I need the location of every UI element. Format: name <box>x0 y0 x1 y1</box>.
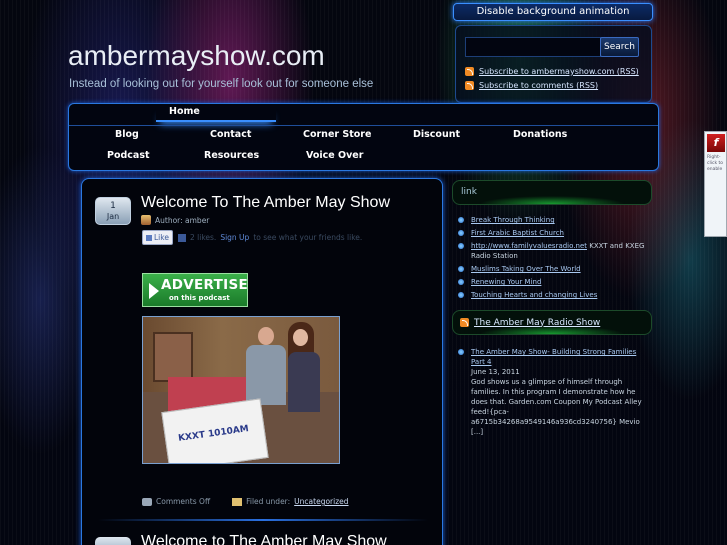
nav-item-voice-over[interactable]: Voice Over <box>306 150 363 161</box>
list-item: The Amber May Show- Building Strong Fami… <box>458 347 650 437</box>
sidebar-link[interactable]: Break Through Thinking <box>471 216 555 224</box>
search-widget: Search Subscribe to ambermayshow.com (RS… <box>455 25 652 103</box>
advertise-sublabel: on this podcast <box>169 294 230 302</box>
flash-icon: f <box>707 134 725 152</box>
nav-item-contact[interactable]: Contact <box>210 129 251 140</box>
category-link[interactable]: Uncategorized <box>294 497 348 506</box>
nav-item-blog[interactable]: Blog <box>115 129 139 140</box>
nav-item-resources[interactable]: Resources <box>204 150 259 161</box>
list-item: Touching Hearts and changing Lives <box>458 290 650 300</box>
post-footer: Comments Off Filed under: Uncategorized <box>142 497 349 506</box>
facebook-icon <box>178 233 186 242</box>
facebook-like-button[interactable]: Like <box>142 230 173 245</box>
post-author: Author: amber <box>141 215 209 225</box>
rss-icon <box>460 318 469 327</box>
advertise-label: ADVERTISE <box>161 277 248 293</box>
sidebar-link[interactable]: Muslims Taking Over The World <box>471 265 581 273</box>
comment-icon <box>142 497 152 506</box>
advertise-banner[interactable]: ADVERTISE on this podcast <box>142 273 248 307</box>
widget-title-link: link <box>452 180 652 205</box>
date-badge <box>95 537 131 545</box>
post-title[interactable]: Welcome to The Amber May Show <box>141 533 387 545</box>
rss-comments-label: Subscribe to comments (RSS) <box>479 81 599 90</box>
flash-text: Right-click to enable <box>707 155 724 172</box>
widget-title-radio-show[interactable]: The Amber May Radio Show <box>452 310 652 335</box>
sidebar-link[interactable]: Touching Hearts and changing Lives <box>471 291 597 299</box>
nav-item-corner-store[interactable]: Corner Store <box>303 129 371 140</box>
list-item: http://www.familyvaluesradio.net KXXT an… <box>458 241 650 261</box>
search-input[interactable] <box>465 37 601 57</box>
sidebar-link[interactable]: Renewing Your Mind <box>471 278 541 286</box>
nav-item-discount[interactable]: Discount <box>413 129 460 140</box>
nav-item-home[interactable]: Home <box>156 106 276 122</box>
rss-comments-link[interactable]: Subscribe to comments (RSS) <box>465 81 598 90</box>
author-label: Author: amber <box>155 215 210 225</box>
site-title[interactable]: ambermayshow.com <box>68 40 325 72</box>
filed-under-label: Filed under: <box>246 497 291 506</box>
fb-signup-link[interactable]: Sign Up <box>220 233 249 242</box>
thumbs-up-icon <box>146 235 152 241</box>
rss-posts-label: Subscribe to ambermayshow.com (RSS) <box>479 67 639 76</box>
sidebar-link[interactable]: First Arabic Baptist Church <box>471 229 564 237</box>
post-card: 1 Jan Welcome To The Amber May Show Auth… <box>81 178 443 545</box>
rss-icon <box>465 67 474 76</box>
fb-suffix: to see what your friends like. <box>253 233 363 242</box>
comments-off-label: Comments Off <box>156 497 211 506</box>
post-photo[interactable]: KXXT 1010AM <box>142 316 340 464</box>
radio-show-episode-link[interactable]: The Amber May Show- Building Strong Fami… <box>471 348 636 366</box>
date-day: 1 <box>110 201 116 211</box>
rss-posts-link[interactable]: Subscribe to ambermayshow.com (RSS) <box>465 67 639 76</box>
nav-divider <box>69 125 658 126</box>
rss-icon <box>465 81 474 90</box>
list-item: Break Through Thinking <box>458 215 650 225</box>
post-title[interactable]: Welcome To The Amber May Show <box>141 194 390 212</box>
link-list: Break Through Thinking First Arabic Bapt… <box>458 215 650 303</box>
author-icon <box>141 215 151 225</box>
list-item: Renewing Your Mind <box>458 277 650 287</box>
radio-show-excerpt: God shows us a glimpse of himself throug… <box>471 378 642 436</box>
date-month: Jan <box>106 212 120 221</box>
arrow-right-icon <box>149 283 159 299</box>
date-badge: 1 Jan <box>95 197 131 225</box>
radio-show-title: The Amber May Radio Show <box>474 317 601 328</box>
like-label: Like <box>154 233 169 242</box>
nav-item-donations[interactable]: Donations <box>513 129 567 140</box>
flash-plugin-box[interactable]: f Right-click to enable <box>704 131 727 237</box>
list-item: Muslims Taking Over The World <box>458 264 650 274</box>
radio-show-date: June 13, 2011 <box>471 368 520 376</box>
search-button[interactable]: Search <box>600 37 639 57</box>
folder-icon <box>232 497 243 506</box>
post-divider <box>98 519 428 521</box>
main-navigation: Home Blog Contact Corner Store Discount … <box>68 103 659 171</box>
fb-prefix: 2 likes. <box>190 233 217 242</box>
nav-item-podcast[interactable]: Podcast <box>107 150 150 161</box>
radio-show-list: The Amber May Show- Building Strong Fami… <box>458 347 650 440</box>
sidebar-link[interactable]: http://www.familyvaluesradio.net <box>471 242 587 250</box>
facebook-like-text: 2 likes. Sign Up to see what your friend… <box>178 233 362 242</box>
site-tagline: Instead of looking out for yourself look… <box>69 78 374 90</box>
list-item: First Arabic Baptist Church <box>458 228 650 238</box>
disable-animation-button[interactable]: Disable background animation <box>453 3 653 21</box>
